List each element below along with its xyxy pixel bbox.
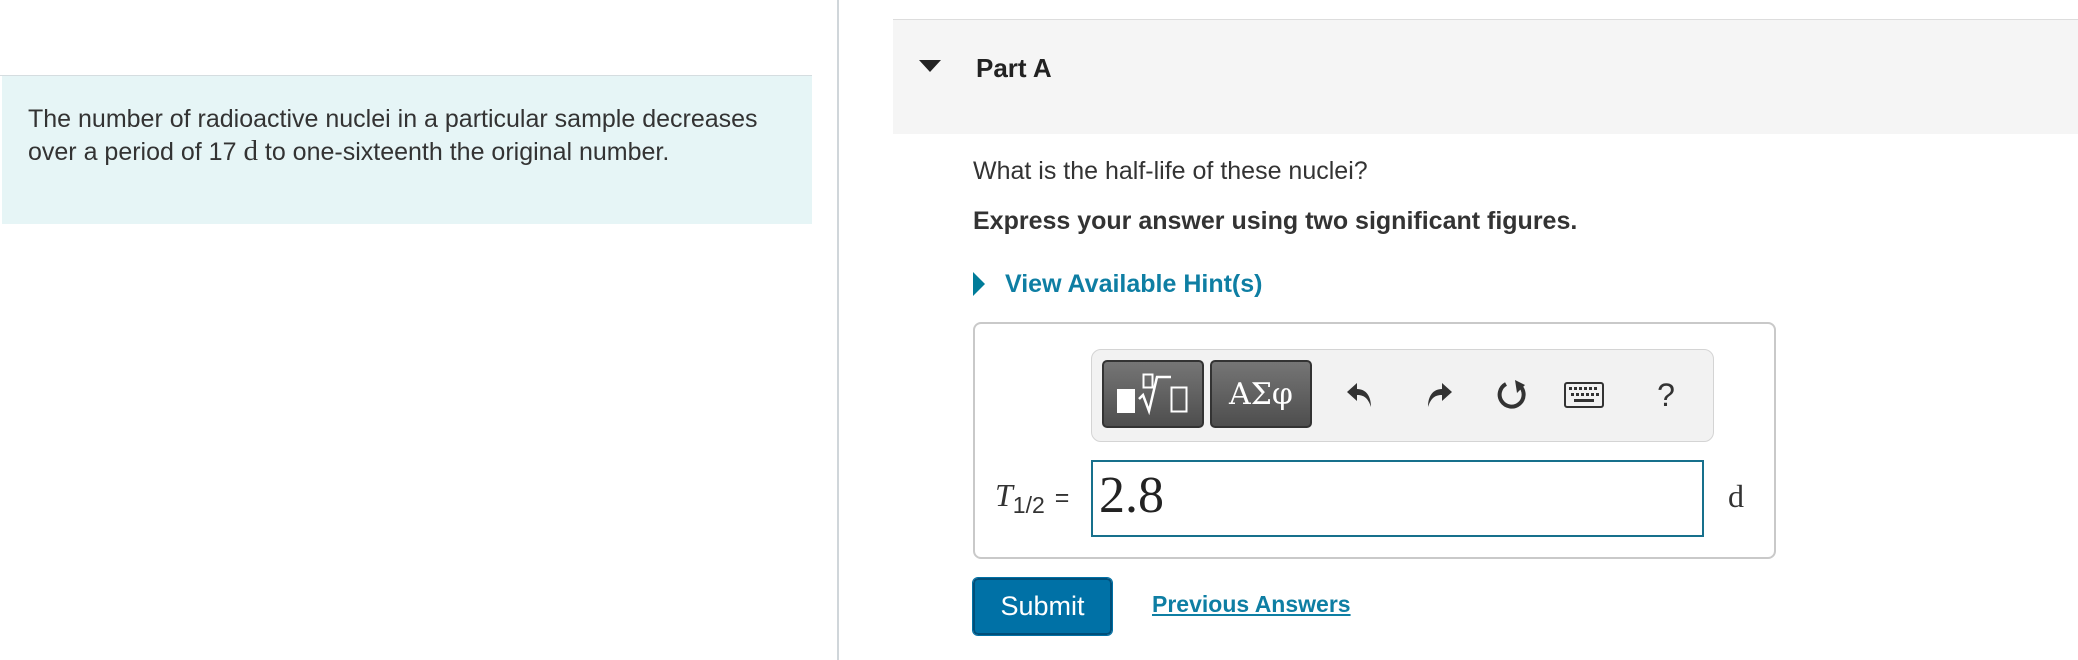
answer-variable-label: T1/2 = [995,477,1069,519]
answer-box: ΑΣφ ? T1/2 = 2.8 d [973,322,1776,559]
variable-symbol: T [995,477,1013,513]
caret-right-icon [973,272,985,296]
answer-input[interactable]: 2.8 [1091,460,1704,537]
reset-icon[interactable] [1487,368,1537,422]
previous-answers-link[interactable]: Previous Answers [1152,591,1351,618]
equals-sign: = [1054,484,1070,512]
greek-symbols-button[interactable]: ΑΣφ [1210,360,1312,428]
math-toolbar: ΑΣφ ? [1091,349,1714,442]
panel-divider [837,0,839,660]
variable-subscript: 1/2 [1012,492,1045,518]
redo-icon[interactable] [1413,368,1463,422]
undo-icon[interactable] [1336,368,1386,422]
submit-button[interactable]: Submit [972,577,1113,636]
answer-unit: d [1728,478,1744,514]
part-header[interactable]: Part A [893,20,2078,134]
instruction-text: Express your answer using two significan… [973,207,1578,235]
keyboard-icon[interactable] [1559,368,1609,422]
answer-value: 2.8 [1099,467,1164,524]
view-hints-toggle[interactable]: View Available Hint(s) [973,264,1262,304]
question-text: What is the half-life of these nuclei? [973,157,1368,185]
help-button[interactable]: ? [1641,368,1691,422]
problem-text: The number of radioactive nuclei in a pa… [28,103,788,168]
templates-icon [1117,373,1188,416]
hint-label[interactable]: View Available Hint(s) [1005,270,1262,299]
caret-down-icon[interactable] [919,60,941,72]
templates-button[interactable] [1102,360,1204,428]
part-title: Part A [976,53,1052,83]
problem-unit: d [243,135,258,167]
problem-statement: The number of radioactive nuclei in a pa… [2,76,812,224]
problem-text-after: to one-sixteenth the original number. [264,138,670,166]
